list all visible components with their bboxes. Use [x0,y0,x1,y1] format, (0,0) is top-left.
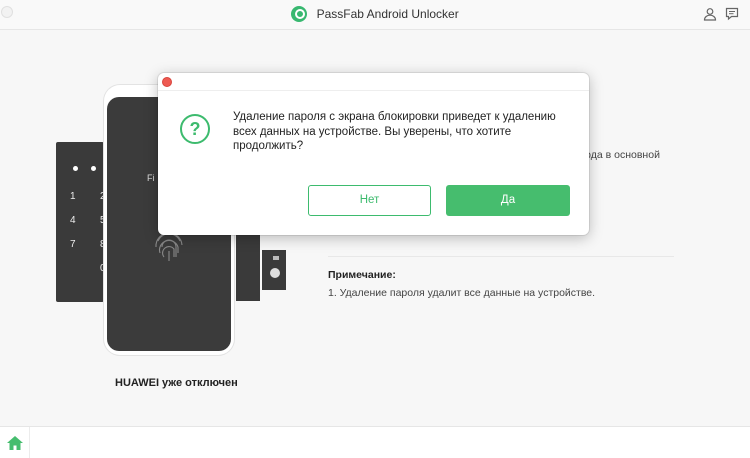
footer-bar [0,426,750,458]
note-item: 1. Удаление пароля удалит все данные на … [328,287,596,299]
keypad-key: 7 [70,239,76,250]
home-icon [7,436,23,450]
confirm-button[interactable]: Да [446,185,570,216]
app-logo-icon [291,6,308,22]
feedback-icon[interactable] [725,7,739,21]
battery-icon [273,256,279,260]
divider [328,256,674,257]
keypad-key: 4 [70,215,76,226]
dialog-header-divider [158,90,589,91]
phone-screen-text: Fi [147,173,155,183]
dialog-close-button[interactable] [162,77,172,87]
instruction-text: хода в основной [580,149,660,161]
question-icon: ? [180,114,210,144]
keypad-key: 1 [70,191,76,202]
app-title: PassFab Android Unlocker [316,7,459,21]
keypad-illustration: 1 2 4 5 7 8 0 [56,142,106,302]
note-title: Примечание: [328,269,396,281]
pin-dot [91,166,96,171]
pin-dot [73,166,78,171]
dialog-message: Удаление пароля с экрана блокировки прив… [233,111,556,152]
user-icon[interactable] [703,7,717,21]
side-card-illustration [236,235,260,301]
title-bar: PassFab Android Unlocker [0,0,750,30]
arrow-right-icon [270,268,280,278]
device-status-caption: HUAWEI уже отключен [115,377,238,389]
confirm-dialog: ? Удаление пароля с экрана блокировки пр… [158,73,589,235]
cancel-button[interactable]: Нет [308,185,431,216]
home-button[interactable] [0,427,30,458]
window-title: PassFab Android Unlocker [0,6,750,22]
